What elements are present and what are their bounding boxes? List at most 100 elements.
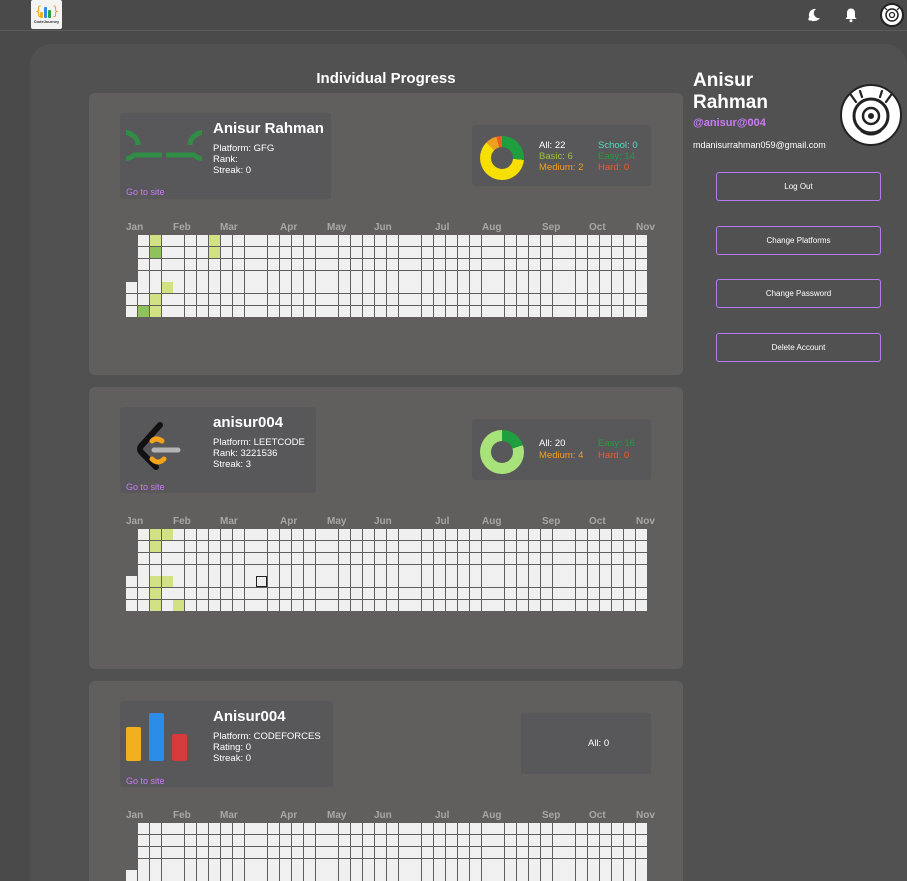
heatmap-cell[interactable] bbox=[469, 564, 481, 576]
heatmap-cell[interactable] bbox=[469, 529, 481, 540]
heatmap-cell[interactable] bbox=[303, 270, 315, 282]
heatmap-cell[interactable] bbox=[197, 870, 209, 881]
heatmap-cell[interactable] bbox=[481, 282, 493, 294]
heatmap-cell[interactable] bbox=[552, 294, 564, 306]
heatmap-cell[interactable] bbox=[600, 564, 611, 576]
heatmap-cell[interactable] bbox=[457, 564, 469, 576]
heatmap-cell[interactable] bbox=[505, 564, 517, 576]
heatmap-cell[interactable] bbox=[386, 858, 398, 870]
heatmap-cell[interactable] bbox=[339, 870, 351, 881]
heatmap-cell[interactable] bbox=[445, 823, 457, 834]
heatmap-cell[interactable] bbox=[208, 258, 220, 270]
heatmap-cell[interactable] bbox=[445, 588, 457, 600]
heatmap-cell[interactable] bbox=[232, 858, 244, 870]
heatmap-cell[interactable] bbox=[185, 846, 197, 858]
heatmap-cell[interactable] bbox=[623, 823, 635, 834]
go-to-site-link[interactable]: Go to site bbox=[126, 482, 165, 492]
heatmap-cell[interactable] bbox=[363, 858, 374, 870]
heatmap-cell[interactable] bbox=[600, 588, 611, 600]
heatmap-cell[interactable] bbox=[291, 823, 303, 834]
heatmap-cell[interactable] bbox=[445, 306, 457, 318]
heatmap-cell[interactable] bbox=[197, 564, 209, 576]
heatmap-cell[interactable] bbox=[422, 294, 434, 306]
heatmap-cell[interactable] bbox=[149, 270, 161, 282]
heatmap-cell[interactable] bbox=[268, 823, 280, 834]
heatmap-cell[interactable] bbox=[161, 306, 173, 318]
heatmap-cell[interactable] bbox=[363, 834, 374, 846]
heatmap-cell[interactable] bbox=[588, 823, 600, 834]
heatmap-cell[interactable] bbox=[600, 306, 611, 318]
heatmap-cell[interactable] bbox=[339, 588, 351, 600]
heatmap-cell[interactable] bbox=[611, 588, 623, 600]
heatmap-cell[interactable] bbox=[173, 834, 185, 846]
heatmap-cell[interactable] bbox=[505, 823, 517, 834]
heatmap-cell[interactable] bbox=[528, 823, 540, 834]
heatmap-cell[interactable] bbox=[564, 870, 576, 881]
heatmap-cell[interactable] bbox=[363, 552, 374, 564]
heatmap-cell[interactable] bbox=[410, 858, 422, 870]
heatmap-cell[interactable] bbox=[576, 588, 588, 600]
heatmap-cell[interactable] bbox=[517, 246, 529, 258]
heatmap-cell[interactable] bbox=[327, 540, 339, 552]
heatmap-cell[interactable] bbox=[327, 294, 339, 306]
heatmap-cell[interactable] bbox=[386, 564, 398, 576]
heatmap-cell[interactable] bbox=[374, 576, 386, 588]
heatmap-cell[interactable] bbox=[173, 529, 185, 540]
heatmap-cell[interactable] bbox=[398, 870, 410, 881]
heatmap-cell[interactable] bbox=[517, 529, 529, 540]
heatmap-cell[interactable] bbox=[588, 270, 600, 282]
heatmap-cell[interactable] bbox=[149, 246, 161, 258]
heatmap-cell[interactable] bbox=[232, 270, 244, 282]
heatmap-cell[interactable] bbox=[232, 258, 244, 270]
heatmap-cell[interactable] bbox=[351, 235, 363, 246]
heatmap-cell[interactable] bbox=[232, 282, 244, 294]
heatmap-cell[interactable] bbox=[386, 246, 398, 258]
heatmap-cell[interactable] bbox=[327, 834, 339, 846]
heatmap-cell[interactable] bbox=[505, 306, 517, 318]
heatmap-cell[interactable] bbox=[588, 834, 600, 846]
heatmap-cell[interactable] bbox=[220, 600, 232, 611]
heatmap-cell[interactable] bbox=[280, 540, 292, 552]
heatmap-cell[interactable] bbox=[434, 270, 446, 282]
heatmap-cell[interactable] bbox=[564, 306, 576, 318]
heatmap-cell[interactable] bbox=[469, 306, 481, 318]
heatmap-cell[interactable] bbox=[327, 258, 339, 270]
heatmap-cell[interactable] bbox=[315, 858, 327, 870]
heatmap-cell[interactable] bbox=[327, 306, 339, 318]
heatmap-cell[interactable] bbox=[410, 540, 422, 552]
heatmap-cell[interactable] bbox=[635, 858, 647, 870]
heatmap-cell[interactable] bbox=[635, 588, 647, 600]
heatmap-cell[interactable] bbox=[244, 576, 256, 588]
heatmap-cell[interactable] bbox=[374, 282, 386, 294]
heatmap-cell[interactable] bbox=[422, 564, 434, 576]
heatmap-cell[interactable] bbox=[457, 552, 469, 564]
heatmap-cell[interactable] bbox=[137, 576, 149, 588]
heatmap-cell[interactable] bbox=[197, 540, 209, 552]
heatmap-cell[interactable] bbox=[600, 258, 611, 270]
heatmap-cell[interactable] bbox=[564, 235, 576, 246]
heatmap-cell[interactable] bbox=[434, 552, 446, 564]
heatmap-cell[interactable] bbox=[208, 235, 220, 246]
heatmap-cell[interactable] bbox=[611, 834, 623, 846]
heatmap-cell[interactable] bbox=[457, 576, 469, 588]
heatmap-cell[interactable] bbox=[232, 235, 244, 246]
heatmap-cell[interactable] bbox=[149, 235, 161, 246]
heatmap-cell[interactable] bbox=[493, 235, 505, 246]
heatmap-cell[interactable] bbox=[540, 834, 552, 846]
heatmap-cell[interactable] bbox=[517, 564, 529, 576]
heatmap-cell[interactable] bbox=[363, 576, 374, 588]
heatmap-cell[interactable] bbox=[374, 540, 386, 552]
heatmap-cell[interactable] bbox=[220, 552, 232, 564]
heatmap-cell[interactable] bbox=[208, 846, 220, 858]
heatmap-cell[interactable] bbox=[398, 600, 410, 611]
heatmap-cell[interactable] bbox=[291, 235, 303, 246]
heatmap-cell[interactable] bbox=[197, 306, 209, 318]
heatmap-cell[interactable] bbox=[623, 235, 635, 246]
heatmap-cell[interactable] bbox=[232, 246, 244, 258]
heatmap-cell[interactable] bbox=[197, 600, 209, 611]
heatmap-cell[interactable] bbox=[351, 834, 363, 846]
heatmap-cell[interactable] bbox=[635, 834, 647, 846]
heatmap-cell[interactable] bbox=[564, 858, 576, 870]
heatmap-cell[interactable] bbox=[244, 540, 256, 552]
heatmap-cell[interactable] bbox=[208, 600, 220, 611]
